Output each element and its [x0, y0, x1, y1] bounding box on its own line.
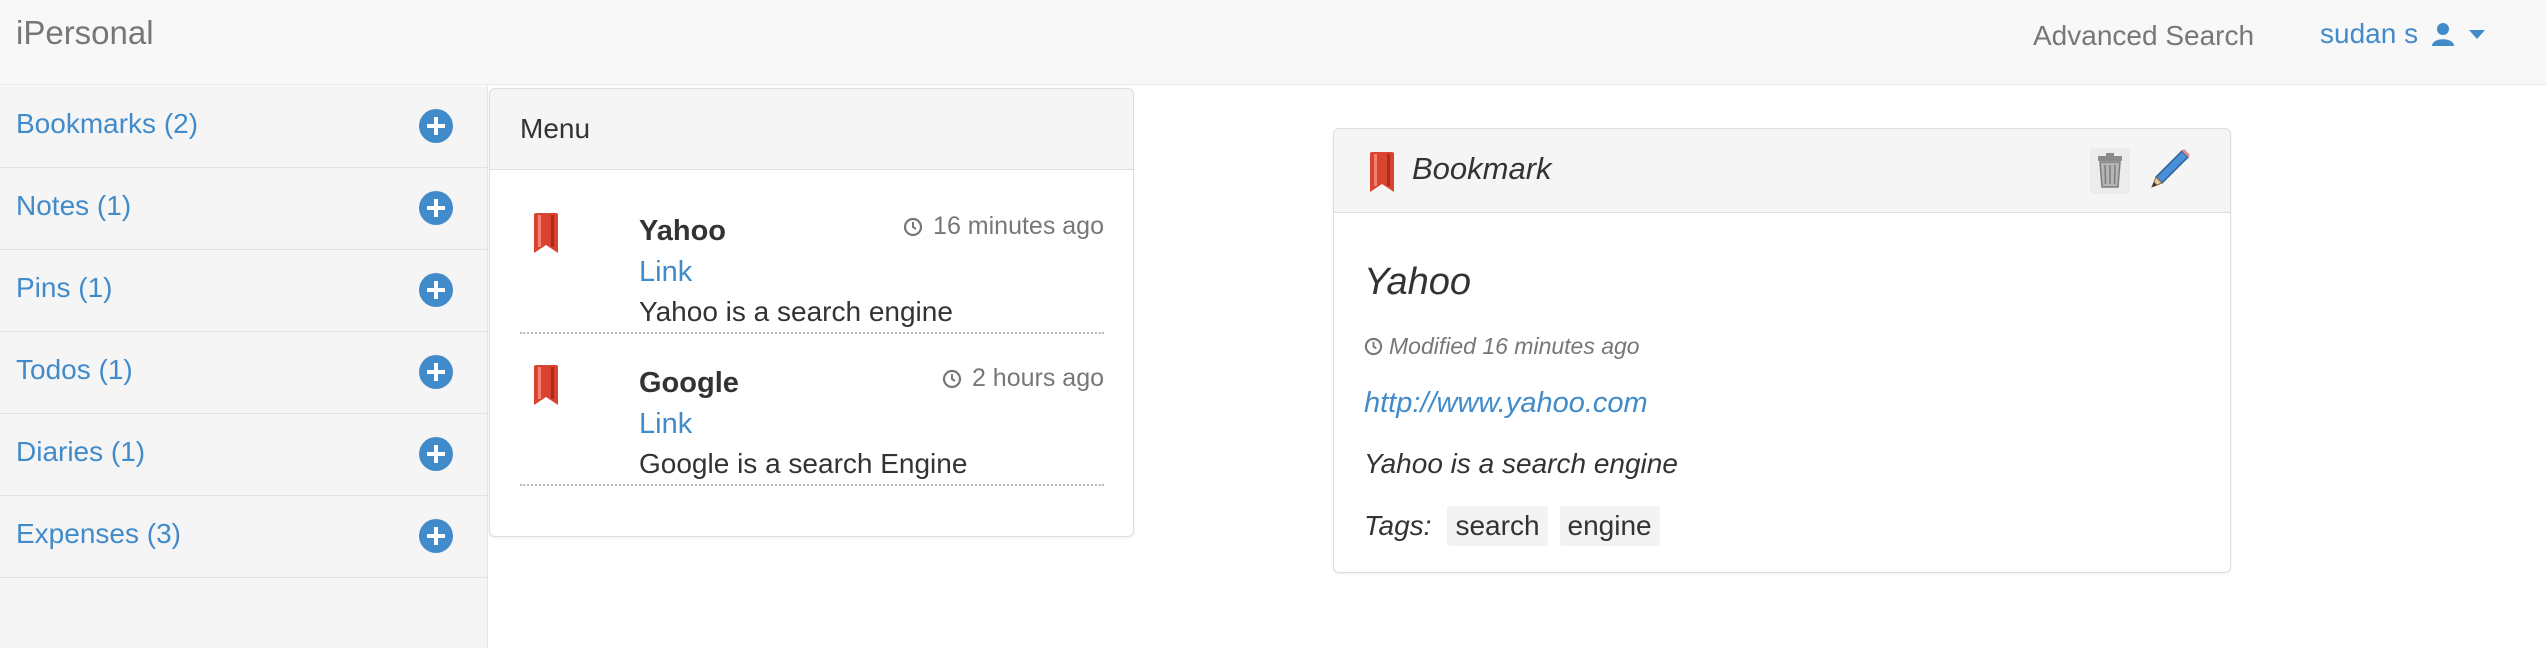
- list-item-description: Google is a search Engine: [639, 448, 968, 479]
- detail-description: Yahoo is a search engine: [1364, 448, 1678, 479]
- sidebar-item-label[interactable]: Expenses (3): [16, 518, 181, 550]
- chevron-down-icon: [2468, 28, 2486, 40]
- detail-modified-text: Modified 16 minutes ago: [1389, 333, 1640, 359]
- tag-badge[interactable]: engine: [1559, 506, 1660, 546]
- clock-icon: [1364, 337, 1383, 356]
- list-item-time-text: 2 hours ago: [971, 364, 1104, 392]
- bookmark-detail-panel: Bookmark Yahoo Modified 16 minutes ago h…: [1333, 128, 2231, 573]
- plus-circle-icon[interactable]: [418, 518, 454, 554]
- bookmark-icon: [534, 365, 558, 405]
- user-icon: [2432, 22, 2455, 46]
- bookmark-icon: [1370, 152, 1394, 192]
- sidebar-item-diaries[interactable]: Diaries (1): [0, 414, 487, 496]
- tag-badge[interactable]: search: [1447, 506, 1548, 546]
- brand-logo[interactable]: iPersonal: [16, 14, 154, 52]
- sidebar-item-todos[interactable]: Todos (1): [0, 332, 487, 414]
- bookmark-list-panel: Menu Yahoo 16 minutes ago Link Yahoo is …: [489, 88, 1134, 537]
- sidebar-item-expenses[interactable]: Expenses (3): [0, 496, 487, 578]
- sidebar-item-notes[interactable]: Notes (1): [0, 168, 487, 250]
- trash-icon[interactable]: [2089, 147, 2131, 195]
- sidebar-item-label[interactable]: Diaries (1): [16, 436, 145, 468]
- list-item-time: 2 hours ago: [942, 364, 1104, 393]
- detail-modified: Modified 16 minutes ago: [1364, 333, 1640, 360]
- list-item-link[interactable]: Link: [639, 256, 692, 289]
- sidebar-item-label[interactable]: Bookmarks (2): [16, 108, 198, 140]
- sidebar-item-label[interactable]: Notes (1): [16, 190, 131, 222]
- list-item-time-text: 16 minutes ago: [933, 212, 1104, 240]
- list-item-title: Yahoo: [639, 215, 727, 247]
- sidebar-item-label[interactable]: Todos (1): [16, 354, 133, 386]
- plus-circle-icon[interactable]: [418, 272, 454, 308]
- plus-circle-icon[interactable]: [418, 354, 454, 390]
- detail-panel-heading: Bookmark: [1334, 129, 2230, 213]
- plus-circle-icon[interactable]: [418, 190, 454, 226]
- list-item-title: Google: [639, 367, 739, 399]
- user-name: sudan s: [2320, 18, 2419, 49]
- plus-circle-icon[interactable]: [418, 436, 454, 472]
- bookmark-icon: [534, 213, 558, 253]
- pencil-icon[interactable]: [2146, 147, 2192, 193]
- tags-label: Tags:: [1364, 510, 1432, 541]
- advanced-search-link[interactable]: Advanced Search: [2033, 20, 2254, 52]
- list-panel-heading: Menu: [490, 89, 1133, 170]
- list-item[interactable]: Yahoo 16 minutes ago Link Yahoo is a sea…: [520, 182, 1104, 334]
- list-item[interactable]: Google 2 hours ago Link Google is a sear…: [520, 334, 1104, 486]
- user-menu-dropdown[interactable]: sudan s: [2320, 18, 2486, 50]
- sidebar: Bookmarks (2) Notes (1) Pins (1) Todos (…: [0, 86, 488, 648]
- detail-url-link[interactable]: http://www.yahoo.com: [1364, 387, 1648, 420]
- sidebar-item-label[interactable]: Pins (1): [16, 272, 112, 304]
- detail-tags: Tags: search engine: [1364, 506, 1660, 546]
- detail-title: Yahoo: [1364, 261, 1472, 303]
- detail-heading-text: Bookmark: [1412, 151, 1552, 186]
- clock-icon: [903, 217, 923, 236]
- list-item-link[interactable]: Link: [639, 408, 692, 441]
- top-navbar: iPersonal Advanced Search sudan s: [0, 0, 2546, 85]
- sidebar-item-pins[interactable]: Pins (1): [0, 250, 487, 332]
- sidebar-item-bookmarks[interactable]: Bookmarks (2): [0, 86, 487, 168]
- list-item-time: 16 minutes ago: [903, 212, 1104, 241]
- plus-circle-icon[interactable]: [418, 108, 454, 144]
- clock-icon: [942, 369, 962, 388]
- list-item-description: Yahoo is a search engine: [639, 296, 953, 327]
